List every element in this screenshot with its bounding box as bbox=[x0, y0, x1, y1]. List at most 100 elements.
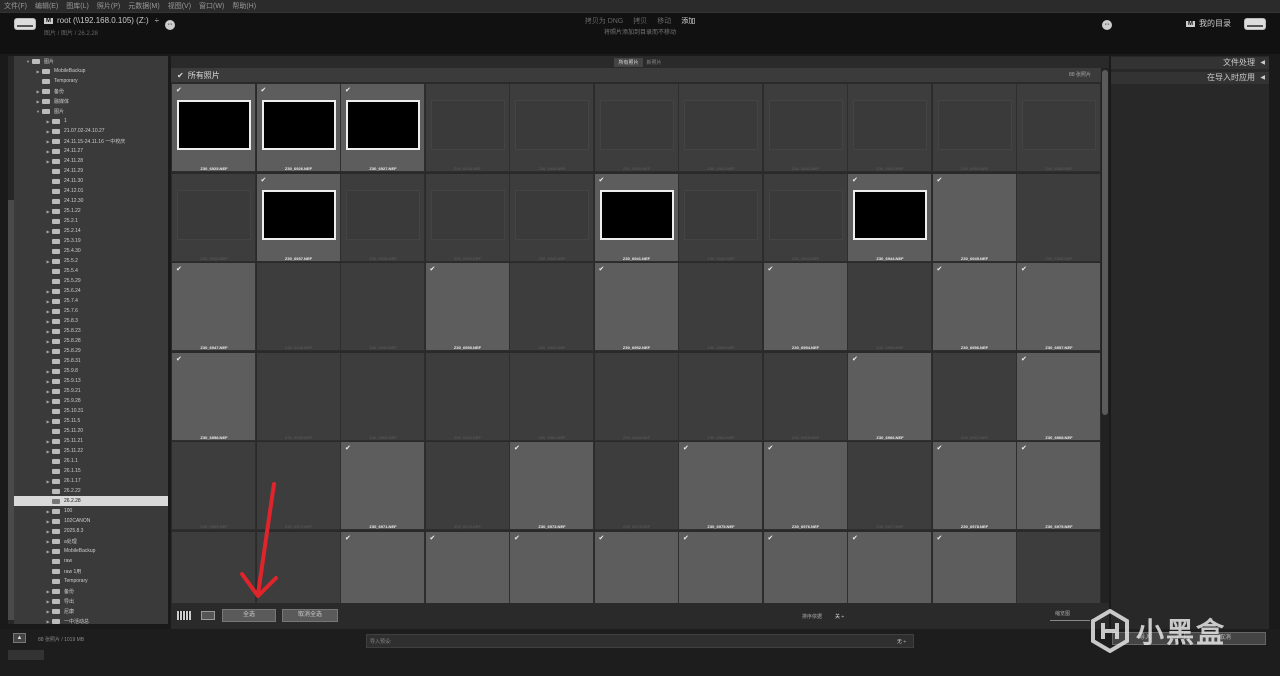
photo-thumbnail[interactable] bbox=[684, 100, 758, 150]
photo-check-icon[interactable]: ✔ bbox=[345, 534, 351, 542]
right-nav-arrow-icon[interactable]: ⇔ bbox=[1102, 20, 1112, 30]
disclosure-triangle-icon[interactable]: ▶ bbox=[44, 369, 52, 374]
photo-cell[interactable]: Z30_6934.NEF bbox=[932, 84, 1017, 172]
photo-cell[interactable]: Z30_6928.NEF bbox=[425, 84, 510, 172]
photo-cell[interactable]: Z30_6932.NEF bbox=[763, 84, 848, 172]
photo-cell[interactable]: Z30_6930.NEF bbox=[594, 84, 679, 172]
disclosure-triangle-icon[interactable]: ▶ bbox=[44, 479, 52, 484]
photo-cell[interactable]: ✔ bbox=[848, 531, 932, 603]
disclosure-triangle-icon[interactable]: ▶ bbox=[44, 399, 52, 404]
photo-cell[interactable]: ✔ bbox=[679, 531, 763, 603]
folder-item[interactable]: ▶ 24.11.15-24.11.16 一中校庆 bbox=[14, 136, 168, 146]
disclosure-triangle-icon[interactable]: ▶ bbox=[44, 139, 52, 144]
folder-item[interactable]: raw bbox=[14, 556, 168, 566]
disclosure-triangle-icon[interactable]: ▶ bbox=[44, 289, 52, 294]
disclosure-triangle-icon[interactable]: ▶ bbox=[44, 549, 52, 554]
folder-item[interactable]: ▶ 25.8.28 bbox=[14, 336, 168, 346]
photo-cell[interactable]: ✔ Z30_6945.NEF bbox=[932, 173, 1017, 262]
disclosure-triangle-icon[interactable]: ▶ bbox=[44, 309, 52, 314]
mode-tab[interactable]: 拷贝为 DNG bbox=[585, 18, 624, 25]
disclosure-triangle-icon[interactable]: ▶ bbox=[34, 89, 42, 94]
source-selector[interactable]: M root (\\192.168.0.105) (Z:) ÷ bbox=[44, 16, 159, 25]
folder-item[interactable]: 24.12.30 bbox=[14, 196, 168, 206]
folder-item[interactable]: ▶ 25.5.2 bbox=[14, 256, 168, 266]
import-preset-field[interactable] bbox=[366, 634, 914, 648]
photo-cell[interactable]: Z30_6960.NEF bbox=[341, 352, 425, 441]
folder-item[interactable]: ▶ 25.9.21 bbox=[14, 386, 168, 396]
photo-cell[interactable]: Z30_6946.NEF bbox=[1017, 173, 1100, 262]
disclosure-triangle-icon[interactable]: ▶ bbox=[44, 419, 52, 424]
photo-cell[interactable]: ✔ Z30_6958.NEF bbox=[172, 352, 256, 441]
photo-thumbnail[interactable] bbox=[599, 100, 674, 150]
photo-check-icon[interactable]: ✔ bbox=[599, 265, 605, 273]
folder-item[interactable]: ▶ 备份 bbox=[14, 86, 168, 96]
folder-item[interactable]: ▶ 尼康 bbox=[14, 606, 168, 616]
photo-cell[interactable]: Z30_6961.NEF bbox=[425, 352, 510, 441]
menu-item[interactable]: 元数据(M) bbox=[128, 1, 160, 11]
disclosure-triangle-icon[interactable]: ▶ bbox=[44, 339, 52, 344]
folder-item[interactable]: ▶ 1 bbox=[14, 116, 168, 126]
photo-cell[interactable]: Z30_6955.NEF bbox=[848, 263, 932, 351]
folder-item[interactable]: ▶ 25.9.28 bbox=[14, 396, 168, 406]
folder-item[interactable]: 25.5.29 bbox=[14, 276, 168, 286]
photo-check-icon[interactable]: ✔ bbox=[852, 534, 858, 542]
photo-cell[interactable]: ✔ bbox=[932, 531, 1017, 603]
collapse-arrow-icon[interactable]: ◀ bbox=[1260, 72, 1265, 84]
folder-item[interactable]: 24.12.01 bbox=[14, 186, 168, 196]
photo-check-icon[interactable]: ✔ bbox=[176, 265, 182, 273]
photo-cell[interactable]: ✔ Z30_6975.NEF bbox=[679, 442, 763, 530]
file-handling-section[interactable]: 文件处理 ◀ bbox=[1111, 57, 1269, 69]
disclosure-triangle-icon[interactable]: ▶ bbox=[44, 379, 52, 384]
disclosure-triangle-icon[interactable]: ▶ bbox=[44, 619, 52, 624]
photo-thumbnail[interactable] bbox=[599, 189, 674, 240]
mode-tab[interactable]: 添加 bbox=[681, 18, 695, 25]
photo-check-icon[interactable]: ✔ bbox=[261, 86, 267, 94]
photo-cell[interactable]: Z30_6959.NEF bbox=[256, 352, 341, 441]
folder-item[interactable]: ▶ 备份 bbox=[14, 586, 168, 596]
folder-item[interactable]: ▶ 25.9.13 bbox=[14, 376, 168, 386]
photo-thumbnail[interactable] bbox=[261, 189, 336, 240]
photo-thumbnail[interactable] bbox=[684, 189, 758, 240]
folder-item[interactable]: ▶ 26.1.17 bbox=[14, 476, 168, 486]
disclosure-triangle-icon[interactable]: ▼ bbox=[24, 59, 32, 64]
photo-thumbnail[interactable] bbox=[853, 100, 927, 150]
photo-check-icon[interactable]: ✔ bbox=[937, 444, 943, 452]
folder-item[interactable]: ▶ 导出 bbox=[14, 596, 168, 606]
photo-thumbnail[interactable] bbox=[768, 100, 843, 150]
folder-item[interactable]: 25.3.19 bbox=[14, 236, 168, 246]
photo-thumbnail[interactable] bbox=[261, 100, 336, 150]
folder-item[interactable]: ▶ 100 bbox=[14, 506, 168, 516]
folder-item[interactable]: ▶ 25.2.14 bbox=[14, 226, 168, 236]
photo-cell[interactable]: Z30_6938.NEF bbox=[341, 173, 425, 262]
disclosure-triangle-icon[interactable]: ▶ bbox=[44, 329, 52, 334]
collapse-arrow-icon[interactable]: ◀ bbox=[1260, 57, 1265, 69]
photo-cell[interactable]: ✔ Z30_6937.NEF bbox=[256, 173, 341, 262]
folder-item[interactable]: ▶ 25.8.23 bbox=[14, 326, 168, 336]
view-tab[interactable]: 新照片 bbox=[643, 58, 666, 67]
grid-scrollbar-thumb[interactable] bbox=[1102, 70, 1108, 415]
photo-check-icon[interactable]: ✔ bbox=[261, 176, 267, 184]
photo-cell[interactable]: Z30_6948.NEF bbox=[256, 263, 341, 351]
folder-item[interactable]: 26.1.1 bbox=[14, 456, 168, 466]
photo-check-icon[interactable]: ✔ bbox=[937, 534, 943, 542]
photo-thumbnail[interactable] bbox=[937, 100, 1012, 150]
folder-item[interactable]: ▶ 21.07.02-24.10.27 bbox=[14, 126, 168, 136]
folder-item[interactable]: ▶ 25.11.5 bbox=[14, 416, 168, 426]
disclosure-triangle-icon[interactable]: ▶ bbox=[44, 519, 52, 524]
menu-item[interactable]: 文件(F) bbox=[4, 1, 27, 11]
folder-item[interactable]: ▶ 102CANON bbox=[14, 516, 168, 526]
loupe-view-icon[interactable] bbox=[201, 611, 215, 620]
source-drive-icon[interactable] bbox=[14, 18, 36, 30]
photo-cell[interactable]: Z30_6933.NEF bbox=[848, 84, 932, 172]
photo-thumbnail[interactable] bbox=[515, 189, 589, 240]
menu-item[interactable]: 帮助(H) bbox=[232, 1, 256, 11]
photo-cell[interactable]: ✔ Z30_6954.NEF bbox=[763, 263, 848, 351]
photo-cell[interactable]: ✔ Z30_6957.NEF bbox=[1017, 263, 1100, 351]
photo-thumbnail[interactable] bbox=[177, 189, 251, 240]
disclosure-triangle-icon[interactable]: ▶ bbox=[44, 159, 52, 164]
apply-during-import-section[interactable]: 在导入时应用 ◀ bbox=[1111, 72, 1269, 84]
photo-cell[interactable]: ✔ Z30_6941.NEF bbox=[594, 173, 679, 262]
photo-cell[interactable]: Z30_6953.NEF bbox=[679, 263, 763, 351]
photo-cell[interactable]: ✔ Z30_6947.NEF bbox=[172, 263, 256, 351]
folder-item[interactable]: ▶ MobileBackup bbox=[14, 66, 168, 76]
